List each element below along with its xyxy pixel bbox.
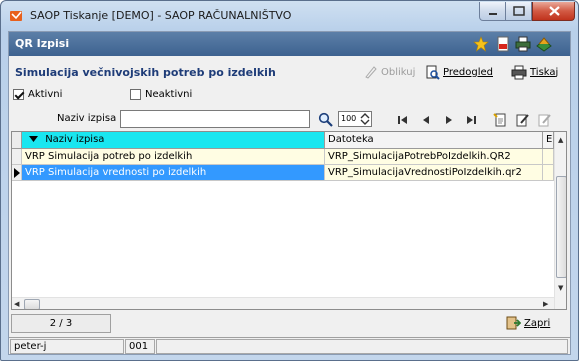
table-row-selected[interactable]: VRP Simulacija vrednosti po izdelkih VRP…	[12, 165, 554, 181]
title-bar: SAOP Tiskanje [DEMO] - SAOP RAČUNALNIŠTV…	[1, 1, 578, 31]
cell-extra[interactable]	[543, 165, 554, 181]
cell-naziv[interactable]: VRP Simulacija vrednosti po izdelkih	[22, 165, 325, 181]
column-header-naziv[interactable]: Naziv izpisa	[22, 132, 325, 149]
horizontal-scroll-thumb[interactable]	[24, 299, 40, 309]
books-icon[interactable]	[536, 36, 552, 52]
previous-record-icon[interactable]	[419, 113, 433, 127]
zoom-spin-icon	[360, 113, 370, 125]
panel-title: QR Izpisi	[15, 37, 70, 50]
row-indicator	[12, 149, 22, 165]
design-button[interactable]: Oblikuj	[364, 64, 415, 80]
scroll-right-icon[interactable]: ▶	[543, 300, 548, 308]
form-title: Simulacija večnivojskih potreb po izdelk…	[15, 66, 276, 79]
door-exit-icon	[506, 316, 521, 330]
design-label: Oblikuj	[381, 66, 416, 78]
printer-icon[interactable]	[515, 36, 531, 52]
column-header-naziv-label: Naziv izpisa	[45, 134, 105, 145]
vertical-scrollbar[interactable]: ▲ ▼	[554, 132, 566, 309]
delete-record-icon[interactable]	[537, 113, 551, 127]
maximize-button[interactable]	[506, 2, 532, 21]
scroll-up-icon[interactable]: ▲	[558, 136, 563, 144]
minimize-icon	[489, 13, 497, 15]
application-window: SAOP Tiskanje [DEMO] - SAOP RAČUNALNIŠTV…	[0, 0, 579, 361]
print-label: Tiskaj	[530, 66, 559, 78]
inactive-filter-checkbox[interactable]: Neaktivni	[130, 89, 192, 100]
record-counter: 2 / 3	[11, 314, 111, 333]
last-record-icon[interactable]	[464, 113, 478, 127]
design-icon	[365, 66, 377, 79]
inactive-checkbox-box[interactable]	[130, 89, 141, 100]
table-row[interactable]: VRP Simulacija potreb po izdelkih VRP_Si…	[12, 149, 554, 165]
close-icon	[549, 6, 560, 16]
vertical-scroll-thumb[interactable]	[556, 176, 566, 278]
status-code: 001	[125, 339, 155, 354]
footer-bar: 2 / 3 Zapri	[9, 312, 570, 335]
search-icon[interactable]	[318, 112, 333, 127]
form-header: Simulacija večnivojskih potreb po izdelk…	[9, 56, 570, 109]
window-title: SAOP Tiskanje [DEMO] - SAOP RAČUNALNIŠTV…	[30, 9, 292, 22]
first-record-icon[interactable]	[396, 113, 410, 127]
search-label: Naziv izpisa	[57, 113, 117, 124]
preview-label: Predogled	[443, 67, 493, 78]
cell-datoteka[interactable]: VRP_SimulacijaVrednostiPoIzdelkih.qr2	[325, 165, 543, 181]
search-input[interactable]	[120, 110, 310, 128]
cell-naziv[interactable]: VRP Simulacija potreb po izdelkih	[22, 149, 325, 165]
status-empty	[156, 339, 568, 354]
zoom-selector[interactable]: 100	[338, 111, 372, 127]
print-icon	[511, 65, 527, 79]
search-bar: Naziv izpisa 100	[9, 109, 570, 130]
edit-record-icon[interactable]	[515, 113, 529, 127]
cell-extra[interactable]	[543, 149, 554, 165]
preview-label-text: Predogled	[443, 66, 493, 78]
active-checkbox-label: Aktivni	[28, 89, 63, 100]
maximize-icon	[513, 6, 525, 16]
cell-datoteka[interactable]: VRP_SimulacijaPotrebPoIzdelkih.QR2	[325, 149, 543, 165]
status-bar: peter-j 001	[9, 337, 570, 354]
horizontal-scrollbar[interactable]: ◀ ▶	[12, 297, 554, 309]
preview-icon	[426, 65, 440, 80]
column-header-extra[interactable]: E	[543, 132, 554, 149]
app-icon	[10, 11, 22, 21]
zoom-value: 100	[341, 114, 357, 123]
reports-grid: Naziv izpisa Datoteka E VRP Simulacija p…	[11, 131, 567, 310]
minimize-button[interactable]	[479, 2, 506, 21]
close-button[interactable]: Zapri	[505, 315, 550, 331]
column-header-datoteka[interactable]: Datoteka	[325, 132, 543, 149]
active-checkbox-box[interactable]	[13, 89, 24, 100]
inactive-checkbox-label: Neaktivni	[145, 89, 193, 100]
favorite-star-icon[interactable]	[473, 36, 489, 52]
row-indicator	[12, 165, 22, 181]
sort-down-icon	[29, 136, 38, 142]
pdf-icon[interactable]	[495, 36, 511, 52]
current-row-icon	[14, 168, 20, 178]
column-header-extra-label: E	[546, 134, 553, 145]
column-header-datoteka-label: Datoteka	[328, 134, 374, 145]
scroll-down-icon[interactable]: ▼	[558, 284, 563, 292]
close-button-label: Zapri	[524, 317, 551, 329]
print-button[interactable]: Tiskaj	[511, 64, 558, 80]
grid-header: Naziv izpisa Datoteka E	[12, 132, 554, 149]
next-record-icon[interactable]	[442, 113, 456, 127]
new-record-icon[interactable]	[493, 113, 507, 127]
preview-button[interactable]: Predogled	[425, 64, 493, 80]
scroll-left-icon[interactable]: ◀	[14, 300, 19, 308]
panel-header: QR Izpisi	[9, 32, 570, 56]
active-filter-checkbox[interactable]: Aktivni	[13, 89, 62, 100]
close-window-button[interactable]	[532, 2, 575, 21]
grid-header-indicator	[12, 132, 22, 149]
status-user: peter-j	[10, 339, 124, 354]
main-client-area: QR Izpisi Simulacija večnivojskih potreb…	[8, 31, 571, 355]
